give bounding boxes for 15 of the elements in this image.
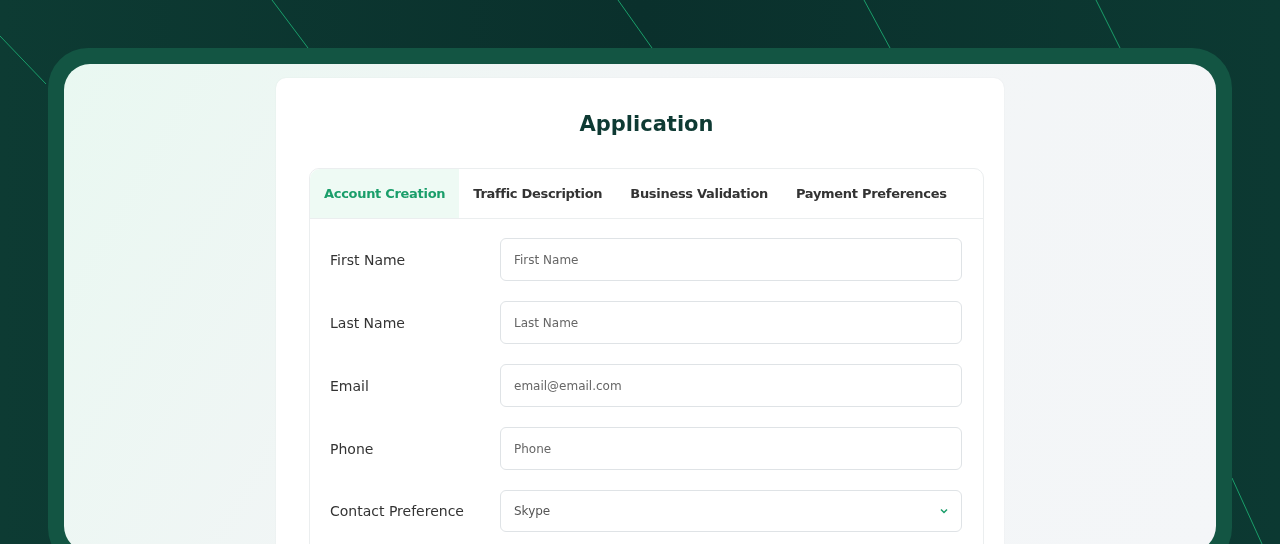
field-label: Phone	[330, 440, 375, 457]
field-label: Last Name	[330, 314, 406, 331]
select-value: Skype	[514, 504, 551, 518]
tab[interactable]: Business Validation	[616, 169, 782, 218]
select-field[interactable]: Skype	[500, 490, 962, 532]
input-field[interactable]: Last Name	[500, 301, 962, 344]
input-field[interactable]: First Name	[500, 238, 962, 281]
input-field[interactable]: Phone	[500, 427, 962, 470]
field-label: First Name	[330, 251, 407, 268]
input-field[interactable]: email@email.com	[500, 364, 962, 407]
tab[interactable]: Payment Preferences	[782, 169, 961, 218]
field-label: Contact Preference	[330, 503, 465, 519]
tab[interactable]: Traffic Description	[459, 169, 617, 218]
field-label: Email	[330, 377, 370, 394]
form-title: Application	[578, 111, 715, 138]
